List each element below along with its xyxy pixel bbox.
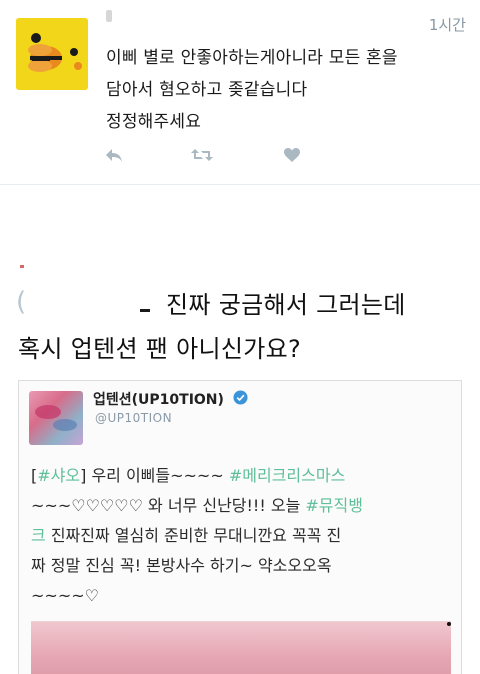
embed-text-segment: ~~~♡♡♡♡♡ 와 너무 신난당!!! 오늘 (31, 496, 306, 515)
embed-text-line: 짜 정말 진심 꼭! 본방사수 하기~ 약소오오옥 (31, 551, 455, 581)
username-redacted (106, 10, 112, 22)
embed-text-line: ~~~♡♡♡♡♡ 와 너무 신난당!!! 오늘 #뮤직뱅 (31, 491, 455, 521)
retweet-icon (191, 149, 213, 161)
tweet-text-line: 담아서 혐오하고 좆같습니다 (106, 80, 308, 100)
reply-text-line: 혹시 업텐션 팬 아니신가요? (18, 335, 302, 363)
blank-gap (0, 185, 480, 245)
embed-text-segment: 진짜진짜 열심히 준비한 무대니깐요 꼭꼭 진 (45, 526, 342, 545)
hashtag-link[interactable]: #뮤직뱅 (305, 496, 363, 515)
redaction-mark (20, 265, 24, 268)
avatar[interactable] (16, 18, 88, 90)
like-button[interactable] (280, 144, 304, 166)
retweet-button[interactable] (190, 144, 214, 166)
hashtag-link[interactable]: 크 (31, 526, 46, 545)
tweet-text-line: 이삐 별로 안좋아하는게아니라 모든 혼을 (106, 48, 398, 68)
embed-text-segment: ] 우리 이삐들~~~~ (80, 466, 229, 485)
duck-avatar-icon (16, 18, 88, 90)
embed-text-line: ~~~~♡ (31, 581, 455, 611)
embed-text-segment: 짜 정말 진심 꼭! 본방사수 하기~ 약소오오옥 (31, 556, 332, 575)
verified-badge-icon (233, 390, 248, 405)
hashtag-link[interactable]: #샤오 (37, 466, 80, 485)
reply-text-line: 진짜 궁금해서 그러는데 (166, 291, 406, 319)
embed-tweet-text: [#샤오] 우리 이삐들~~~~ #메리크리스마스 ~~~♡♡♡♡♡ 와 너무 신… (31, 461, 455, 611)
underscore-glyph-icon (140, 309, 150, 312)
embedded-tweet-screenshot[interactable]: 업텐션(UP10TION) @UP10TION [#샤오] 우리 이삐들~~~~… (18, 380, 462, 674)
reply-icon (106, 149, 122, 162)
dot-mark (447, 622, 451, 626)
tweet-card: 1시간 이삐 별로 안좋아하는게아니라 모든 혼을 담아서 혐오하고 좆같습니다… (0, 0, 480, 185)
embed-text-line: [#샤오] 우리 이삐들~~~~ #메리크리스마스 (31, 461, 455, 491)
embed-avatar (29, 391, 83, 445)
reply-button[interactable] (102, 144, 126, 166)
embed-account-name: 업텐션(UP10TION) (93, 392, 224, 408)
tweet-text: 이삐 별로 안좋아하는게아니라 모든 혼을 담아서 혐오하고 좆같습니다 정정해… (106, 42, 472, 138)
tweet-timestamp[interactable]: 1시간 (429, 14, 466, 35)
tweet-text-line: 정정해주세요 (106, 112, 202, 132)
embed-text-line: 크 진짜진짜 열심히 준비한 무대니깐요 꼭꼭 진 (31, 521, 455, 551)
embed-text-segment: ~~~~♡ (31, 586, 99, 605)
hashtag-link[interactable]: #메리크리스마스 (229, 466, 345, 485)
embed-photo (31, 621, 451, 674)
heart-icon (284, 148, 300, 162)
paren-glyph-icon: ( (16, 287, 27, 317)
embed-handle: @UP10TION (95, 411, 173, 425)
mention-redacted: ( (16, 287, 152, 317)
